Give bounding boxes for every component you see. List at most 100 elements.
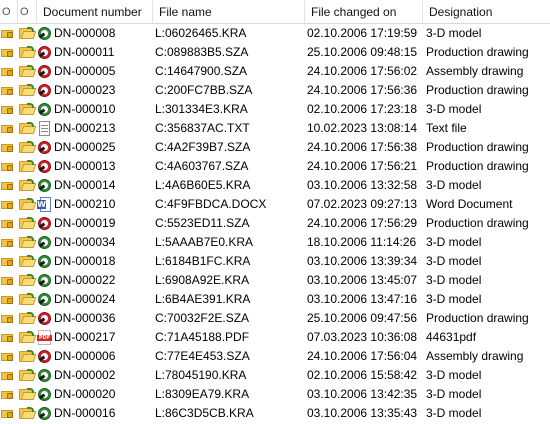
designation-header-label: Designation (429, 5, 493, 19)
open-folder-icon (19, 312, 37, 325)
document-number-cell: DN-000217 (54, 330, 116, 344)
open-folder-icon (19, 27, 37, 40)
file-changed-on-cell: 03.10.2006 13:39:34 (307, 254, 418, 268)
open-folder-icon (19, 217, 37, 230)
folder-lock-icon (1, 313, 14, 324)
document-type-cell (37, 385, 53, 404)
file-changed-on-cell: 03.10.2006 13:35:43 (307, 406, 418, 420)
lock-status-cell (0, 195, 18, 214)
file-changed-on-cell: 24.10.2006 17:56:38 (307, 140, 418, 154)
designation-cell: Production drawing (426, 159, 529, 173)
folder-lock-icon (1, 294, 14, 305)
lock-status-cell (0, 271, 18, 290)
drawing-icon (37, 45, 52, 60)
open-folder-icon (19, 255, 37, 268)
table-row[interactable]: DN-000034 L:5AAAB7E0.KRA 18.10.2006 11:14:… (0, 233, 550, 252)
table-row[interactable]: DN-000018 L:6184B1FC.KRA 03.10.2006 13:39:… (0, 252, 550, 271)
folder-lock-icon (1, 180, 14, 191)
file-name-cell: C:77E4E453.SZA (155, 349, 250, 363)
file-changed-on-cell: 24.10.2006 17:56:04 (307, 349, 418, 363)
column-header-file-changed-on[interactable]: File changed on (305, 0, 423, 24)
open-folder-icon (19, 198, 37, 211)
document-number-cell: DN-000006 (54, 349, 116, 363)
folder-lock-icon (1, 370, 14, 381)
document-type-cell (37, 157, 53, 176)
checkout-status-cell (18, 404, 37, 423)
table-row[interactable]: DN-000005 C:14647900.SZA 24.10.2006 17:56:… (0, 62, 550, 81)
checkout-status-cell (18, 43, 37, 62)
open-folder-icon (19, 65, 37, 78)
column-header-checkout-status[interactable]: O (18, 0, 37, 24)
checkout-status-cell (18, 81, 37, 100)
folder-lock-icon (1, 408, 14, 419)
column-header-document-number[interactable]: Document number (37, 0, 153, 24)
document-number-cell: DN-000016 (54, 406, 116, 420)
table-row[interactable]: DN-000010 L:301334E3.KRA 02.10.2006 17:23:… (0, 100, 550, 119)
checkout-status-cell (18, 347, 37, 366)
file-changed-on-cell: 24.10.2006 17:56:21 (307, 159, 418, 173)
table-row[interactable]: DN-000025 C:4A2F39B7.SZA 24.10.2006 17:56:… (0, 138, 550, 157)
folder-lock-icon (1, 218, 14, 229)
lock-status-cell (0, 328, 18, 347)
file-changed-on-cell: 02.10.2006 17:19:59 (307, 26, 418, 40)
table-row[interactable]: DN-000011 C:089883B5.SZA 25.10.2006 09:48:… (0, 43, 550, 62)
column-header-designation[interactable]: Designation (423, 0, 550, 24)
designation-cell: 44631pdf (426, 330, 477, 344)
document-number-cell: DN-000018 (54, 254, 116, 268)
file-changed-on-cell: 03.10.2006 13:47:16 (307, 292, 418, 306)
table-row[interactable]: PDF DN-000217 C:71A45188.PDF 07.03.2023 10:… (0, 328, 550, 347)
document-number-cell: DN-000034 (54, 235, 116, 249)
folder-lock-icon (1, 123, 14, 134)
drawing-icon (37, 349, 52, 364)
table-row[interactable]: DN-000036 C:70032F2E.SZA 25.10.2006 09:47:… (0, 309, 550, 328)
column-header-file-name[interactable]: File name (153, 0, 305, 24)
document-number-cell: DN-000008 (54, 26, 116, 40)
table-row[interactable]: DN-000002 L:78045190.KRA 02.10.2006 15:58:… (0, 366, 550, 385)
file-changed-on-cell: 03.10.2006 13:32:58 (307, 178, 418, 192)
file-name-cell: L:301334E3.KRA (155, 102, 248, 116)
document-number-cell: DN-000022 (54, 273, 116, 287)
table-row[interactable]: DN-000019 C:5523ED11.SZA 24.10.2006 17:56:… (0, 214, 550, 233)
checkout-status-cell (18, 233, 37, 252)
document-number-cell: DN-000213 (54, 121, 116, 135)
designation-cell: Assembly drawing (426, 349, 524, 363)
table-row[interactable]: DN-000024 L:6B4AE391.KRA 03.10.2006 13:47:… (0, 290, 550, 309)
table-row[interactable]: DN-000006 C:77E4E453.SZA 24.10.2006 17:56:… (0, 347, 550, 366)
table-row[interactable]: DN-000023 C:200FC7BB.SZA 24.10.2006 17:56:… (0, 81, 550, 100)
open-folder-icon (19, 350, 37, 363)
designation-cell: 3-D model (426, 273, 482, 287)
table-row[interactable]: DN-000016 L:86C3D5CB.KRA 03.10.2006 13:35:… (0, 404, 550, 423)
checkout-status-cell (18, 290, 37, 309)
checkout-status-cell (18, 119, 37, 138)
column-header-lock-status[interactable]: O (0, 0, 18, 24)
3d-model-icon (37, 273, 52, 288)
lock-status-cell (0, 309, 18, 328)
open-folder-icon (19, 369, 37, 382)
designation-cell: 3-D model (426, 235, 482, 249)
document-type-cell (37, 404, 53, 423)
lock-status-cell (0, 252, 18, 271)
open-folder-icon (19, 46, 37, 59)
table-row[interactable]: DN-000213 C:356837AC.TXT 10.02.2023 13:08:… (0, 119, 550, 138)
file-changed-on-cell: 25.10.2006 09:48:15 (307, 45, 418, 59)
drawing-icon (37, 216, 52, 231)
table-row[interactable]: DN-000013 C:4A603767.SZA 24.10.2006 17:56:… (0, 157, 550, 176)
document-type-cell (37, 81, 53, 100)
table-row[interactable]: DN-000008 L:06026465.KRA 02.10.2006 17:19:… (0, 24, 550, 43)
table-row[interactable]: DN-000014 L:4A6B60E5.KRA 03.10.2006 13:32:… (0, 176, 550, 195)
table-row[interactable]: DN-000020 L:8309EA79.KRA 03.10.2006 13:42:… (0, 385, 550, 404)
document-type-cell (37, 119, 53, 138)
document-number-cell: DN-000011 (54, 45, 115, 59)
table-row[interactable]: W DN-000210 C:4F9FBDCA.DOCX 07.02.2023 09:2… (0, 195, 550, 214)
3d-model-icon (37, 235, 52, 250)
folder-lock-icon (1, 66, 14, 77)
document-type-cell: PDF (37, 328, 53, 347)
checkout-status-cell (18, 252, 37, 271)
document-number-cell: DN-000036 (54, 311, 116, 325)
table-row[interactable]: DN-000022 L:6908A92E.KRA 03.10.2006 13:45:… (0, 271, 550, 290)
document-type-cell (37, 43, 53, 62)
lock-status-cell (0, 24, 18, 43)
document-number-cell: DN-000019 (54, 216, 116, 230)
designation-cell: 3-D model (426, 387, 482, 401)
designation-cell: 3-D model (426, 178, 482, 192)
